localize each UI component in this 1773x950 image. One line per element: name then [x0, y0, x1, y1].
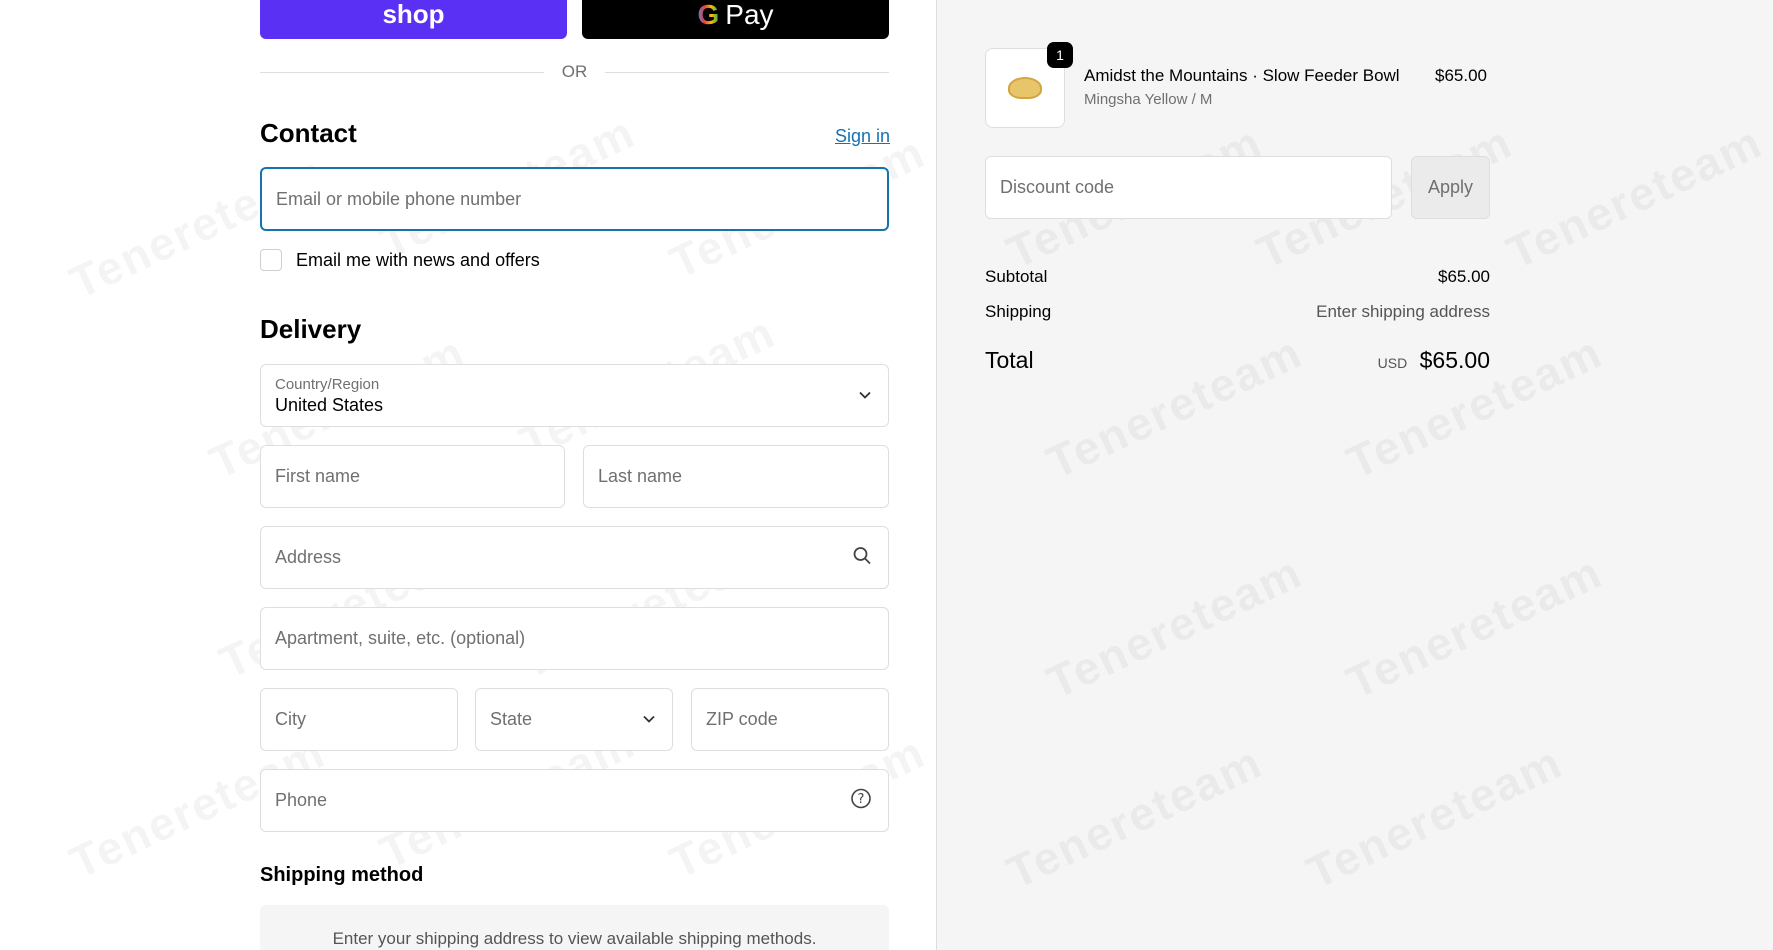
express-checkout: shop G Pay — [260, 0, 889, 39]
watermark-text: Tenereteam — [1298, 734, 1570, 899]
city-input[interactable]: City — [260, 688, 458, 751]
total-amount: USD $65.00 — [1378, 347, 1490, 374]
shop-pay-button[interactable]: shop — [260, 0, 567, 39]
country-select[interactable]: Country/Region United States — [260, 364, 889, 427]
last-name-input[interactable]: Last name — [583, 445, 889, 508]
contact-heading: Contact — [260, 118, 357, 148]
checkout-main: Tenereteam Tenereteam Tenereteam Teneret… — [0, 0, 936, 950]
newsletter-label: Email me with news and offers — [296, 249, 540, 270]
email-input[interactable]: Email or mobile phone number — [260, 167, 889, 231]
country-label: Country/Region — [275, 375, 380, 393]
watermark-text: Tenereteam — [1338, 544, 1610, 709]
total-label: Total — [985, 347, 1034, 373]
product-price: $65.00 — [1435, 66, 1487, 85]
sign-in-link[interactable]: Sign in — [835, 126, 890, 147]
apartment-placeholder: Apartment, suite, etc. (optional) — [275, 628, 526, 648]
apartment-input[interactable]: Apartment, suite, etc. (optional) — [260, 607, 889, 670]
email-placeholder: Email or mobile phone number — [276, 188, 522, 209]
product-name: Amidst the Mountains · Slow Feeder Bowl — [1084, 66, 1400, 85]
divider-line — [605, 71, 889, 73]
svg-text:?: ? — [858, 792, 865, 807]
watermark-layer: Tenereteam Tenereteam Tenereteam Teneret… — [937, 0, 1773, 950]
currency-code: USD — [1377, 355, 1408, 371]
last-name-placeholder: Last name — [598, 466, 683, 486]
subtotal-label: Subtotal — [985, 267, 1048, 286]
discount-placeholder: Discount code — [1000, 177, 1115, 197]
watermark-text: Tenereteam — [1498, 114, 1770, 279]
newsletter-checkbox[interactable] — [260, 249, 282, 271]
shipping-method-heading: Shipping method — [260, 864, 424, 886]
help-icon[interactable]: ? — [850, 787, 872, 814]
first-name-input[interactable]: First name — [260, 445, 565, 508]
bowl-image — [1008, 77, 1042, 99]
zip-placeholder: ZIP code — [706, 709, 778, 729]
quantity-badge: 1 — [1047, 42, 1073, 68]
product-variant: Mingsha Yellow / M — [1084, 91, 1213, 108]
state-placeholder: State — [490, 709, 533, 729]
city-placeholder: City — [275, 709, 306, 729]
shipping-method-message: Enter your shipping address to view avai… — [332, 929, 817, 948]
address-placeholder: Address — [275, 547, 342, 567]
address-input[interactable]: Address — [260, 526, 889, 589]
phone-placeholder: Phone — [275, 790, 328, 810]
discount-code-input[interactable]: Discount code — [985, 156, 1392, 219]
shipping-label: Shipping — [985, 302, 1052, 321]
watermark-text: Tenereteam — [1038, 544, 1310, 709]
subtotal-row: Subtotal $65.00 — [985, 267, 1490, 287]
apply-discount-button[interactable]: Apply — [1411, 156, 1490, 219]
phone-input[interactable]: Phone ? — [260, 769, 889, 832]
order-summary: Tenereteam Tenereteam Tenereteam Teneret… — [936, 0, 1773, 950]
total-value: $65.00 — [1419, 347, 1490, 373]
search-icon — [852, 545, 872, 570]
or-label: OR — [561, 62, 588, 81]
or-divider: OR — [260, 62, 889, 82]
subtotal-value: $65.00 — [1438, 267, 1490, 286]
state-select[interactable]: State — [475, 688, 673, 751]
divider-line — [260, 71, 544, 73]
first-name-placeholder: First name — [275, 466, 361, 486]
total-row: Total USD $65.00 — [985, 347, 1490, 374]
google-g-icon: G — [697, 0, 720, 30]
country-value: United States — [275, 394, 384, 415]
shipping-value: Enter shipping address — [1316, 302, 1490, 321]
delivery-heading: Delivery — [260, 314, 362, 344]
shipping-method-notice: Enter your shipping address to view avai… — [260, 905, 889, 950]
chevron-down-icon — [642, 709, 656, 730]
zip-input[interactable]: ZIP code — [691, 688, 889, 751]
google-pay-button[interactable]: G Pay — [582, 0, 889, 39]
chevron-down-icon — [858, 385, 872, 406]
google-pay-label: Pay — [725, 0, 774, 30]
shipping-row: Shipping Enter shipping address — [985, 302, 1490, 322]
watermark-text: Tenereteam — [998, 734, 1270, 899]
newsletter-option[interactable]: Email me with news and offers — [260, 249, 540, 271]
